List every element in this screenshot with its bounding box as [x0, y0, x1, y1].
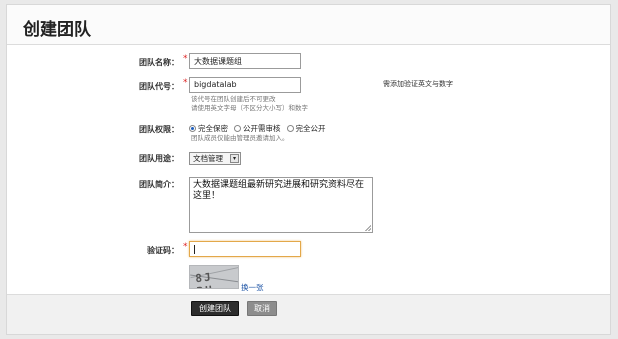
privacy-option-label: 公开需审核 — [243, 124, 281, 133]
page-header: 创建团队 — [7, 5, 610, 45]
team-code-hint-2: 请使用英文字母（不区分大小写）和数字 — [191, 104, 308, 112]
required-mark: * — [183, 78, 188, 88]
resize-handle-icon[interactable] — [365, 225, 371, 231]
team-privacy-hint: 团队成员仅能由管理员邀请加入。 — [191, 134, 289, 142]
radio-icon[interactable] — [234, 125, 241, 132]
chevron-down-icon[interactable]: ▾ — [230, 154, 239, 163]
team-code-hint-1: 该代号在团队创建后不可更改 — [191, 95, 276, 103]
team-code-input[interactable]: bigdatalab — [189, 77, 301, 93]
team-code-label: 团队代号： — [139, 82, 179, 91]
captcha-refresh-link[interactable]: 换一张 — [241, 282, 264, 293]
privacy-option-public[interactable]: 完全公开 — [286, 123, 326, 134]
privacy-option-review[interactable]: 公开需审核 — [234, 123, 281, 134]
captcha-label: 验证码： — [147, 246, 179, 255]
required-mark: * — [183, 54, 188, 64]
team-intro-textarea[interactable]: 大数据课题组最新研究进展和研究资料尽在这里！ — [189, 177, 373, 233]
privacy-option-label: 完全保密 — [198, 124, 228, 133]
captcha-input[interactable] — [189, 241, 301, 257]
create-team-panel: 创建团队 团队名称： * 大数据课题组 团队代号： * bigdatalab 该… — [6, 4, 611, 335]
privacy-option-secret[interactable]: 完全保密 — [189, 123, 228, 134]
required-mark: * — [183, 242, 188, 252]
team-purpose-select[interactable]: 文档管理 ▾ — [189, 152, 241, 165]
team-privacy-label: 团队权限： — [139, 125, 179, 134]
privacy-option-label: 完全公开 — [295, 124, 326, 133]
cancel-button[interactable]: 取消 — [247, 301, 277, 316]
radio-icon[interactable] — [286, 125, 294, 132]
team-code-side-hint: 需添加验证英文与数字 — [383, 80, 453, 88]
captcha-image: 8J BU — [189, 265, 239, 289]
text-cursor — [194, 245, 195, 254]
team-name-label: 团队名称： — [139, 58, 179, 67]
team-intro-text: 大数据课题组最新研究进展和研究资料尽在这里！ — [193, 180, 365, 201]
team-purpose-label: 团队用途： — [139, 154, 179, 163]
team-intro-label: 团队简介： — [139, 180, 179, 189]
create-team-button[interactable]: 创建团队 — [191, 301, 239, 316]
privacy-radio-group: 完全保密 公开需审核 完全公开 — [189, 123, 332, 134]
form-footer: 创建团队 取消 — [7, 294, 610, 334]
radio-selected-icon[interactable] — [189, 125, 196, 132]
team-purpose-value: 文档管理 — [193, 154, 223, 163]
page-title: 创建团队 — [23, 20, 91, 40]
team-name-input[interactable]: 大数据课题组 — [189, 53, 301, 69]
captcha-image-text: 8J BU — [194, 270, 215, 288]
